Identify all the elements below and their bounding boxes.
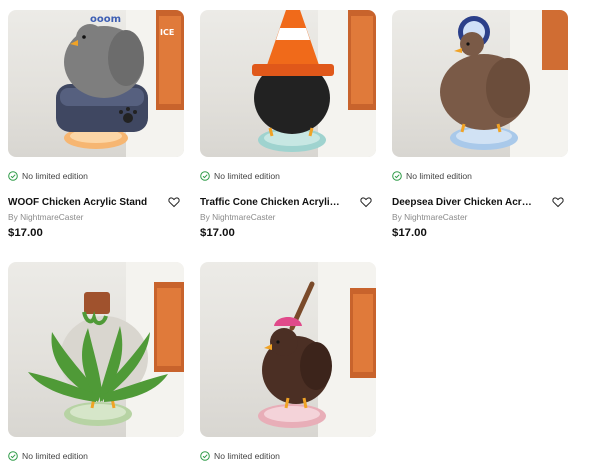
edition-label: No limited edition xyxy=(214,451,280,461)
product-price: $17.00 xyxy=(392,227,427,239)
product-image[interactable]: ICE ooom xyxy=(8,10,184,157)
product-price: $17.00 xyxy=(200,227,235,239)
check-circle-icon xyxy=(8,451,18,461)
seller-name[interactable]: By NightmareCaster xyxy=(8,212,184,222)
check-circle-icon xyxy=(392,171,402,181)
check-circle-icon xyxy=(8,171,18,181)
product-card[interactable]: No limited edition xyxy=(200,262,376,462)
heart-icon[interactable] xyxy=(360,196,372,208)
product-image[interactable] xyxy=(200,262,376,437)
check-circle-icon xyxy=(200,171,210,181)
product-price: $17.00 xyxy=(8,227,43,239)
product-card[interactable]: ICE ooom No limited edition WOOF Chicken… xyxy=(8,10,184,239)
heart-icon[interactable] xyxy=(168,196,180,208)
product-title[interactable]: Deepsea Diver Chicken Acrylic Stand xyxy=(392,197,532,208)
product-card[interactable]: No limited edition xyxy=(8,262,184,462)
chicken-plunger-illustration xyxy=(258,262,376,437)
product-card[interactable]: No limited edition Deepsea Diver Chicken… xyxy=(392,10,568,239)
chicken-plant-illustration xyxy=(28,262,184,437)
product-image[interactable] xyxy=(392,10,568,157)
svg-text:ICE: ICE xyxy=(160,28,174,37)
chicken-woof-illustration: ICE ooom xyxy=(56,10,184,157)
seller-name[interactable]: By NightmareCaster xyxy=(392,212,568,222)
seller-name[interactable]: By NightmareCaster xyxy=(200,212,376,222)
product-image[interactable] xyxy=(200,10,376,157)
edition-label: No limited edition xyxy=(406,171,472,181)
svg-text:ooom: ooom xyxy=(90,14,121,25)
product-title[interactable]: Traffic Cone Chicken Acrylic Stand xyxy=(200,197,340,208)
product-card[interactable]: No limited edition Traffic Cone Chicken … xyxy=(200,10,376,239)
edition-label: No limited edition xyxy=(22,451,88,461)
heart-icon[interactable] xyxy=(552,196,564,208)
check-circle-icon xyxy=(200,451,210,461)
chicken-diver-illustration xyxy=(440,10,568,157)
product-image[interactable] xyxy=(8,262,184,437)
edition-label: No limited edition xyxy=(214,171,280,181)
chicken-cone-illustration xyxy=(252,10,376,157)
product-title[interactable]: WOOF Chicken Acrylic Stand xyxy=(8,197,148,208)
edition-label: No limited edition xyxy=(22,171,88,181)
